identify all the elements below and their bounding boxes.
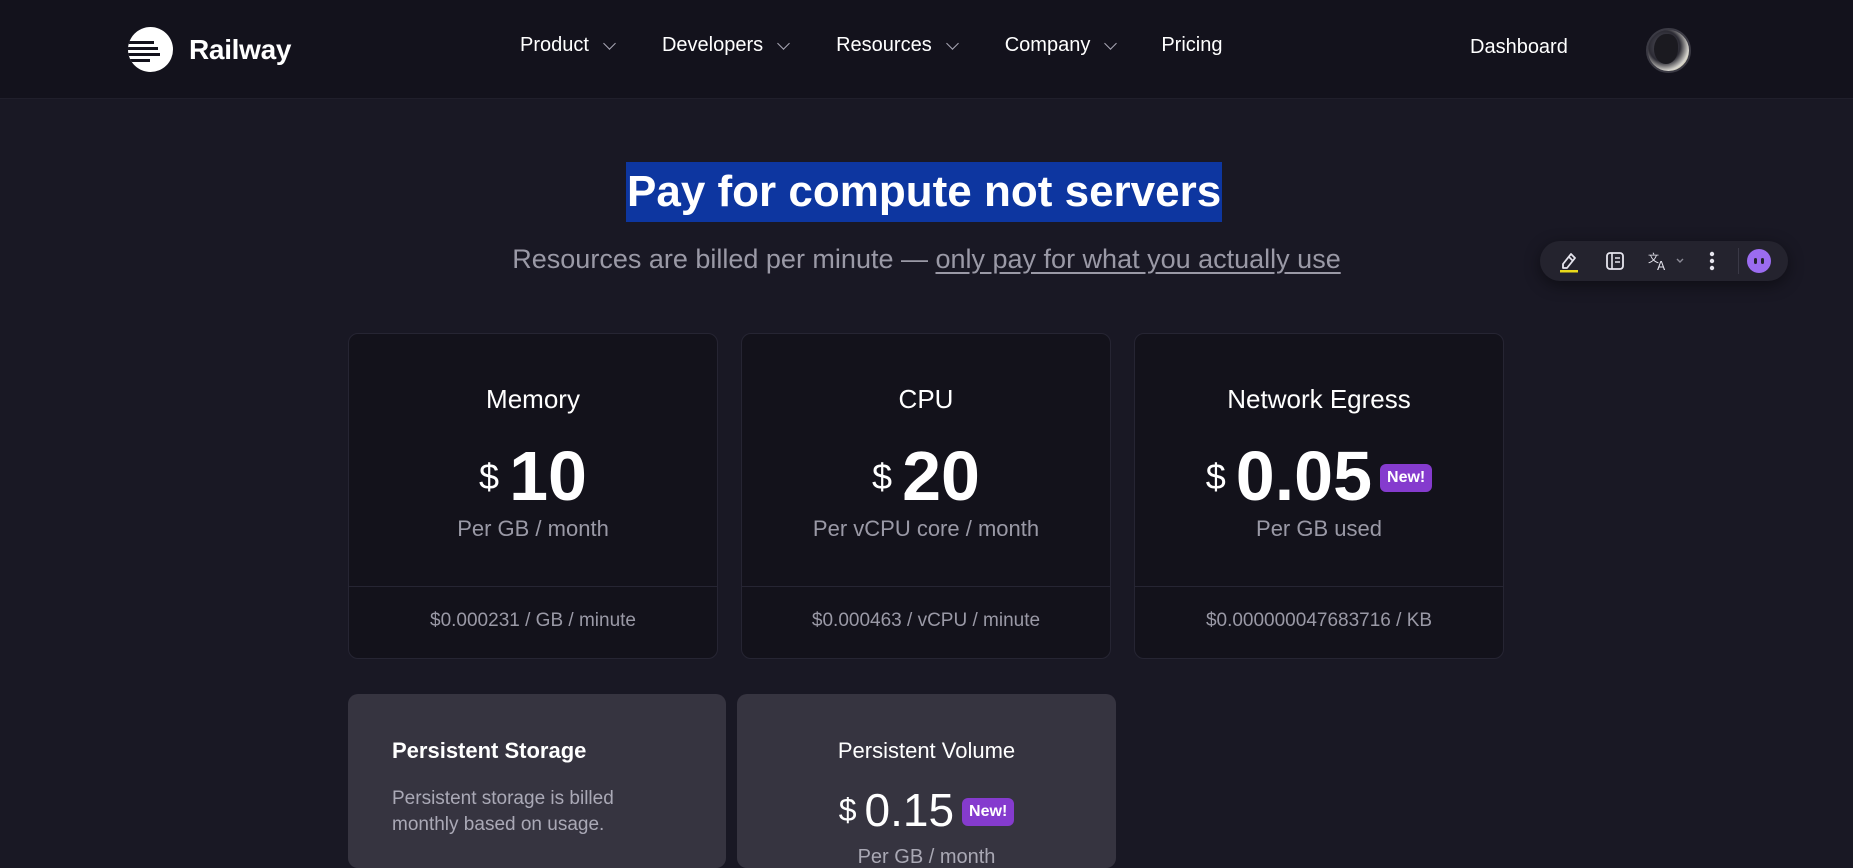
nav-item-developers[interactable]: Developers: [661, 34, 790, 57]
nav-item-company[interactable]: Company: [1004, 34, 1118, 57]
nav-label: Resources: [836, 34, 932, 56]
per-minute-rate: $0.000231 / GB / minute: [430, 610, 636, 631]
chevron-down-icon: [777, 36, 790, 50]
new-badge: New!: [1380, 464, 1433, 492]
card-price: $ 0.05 New!: [1135, 434, 1503, 518]
main-nav: Product Developers Resources Company Pri…: [520, 34, 1270, 57]
pricing-card-cpu: CPU $ 20 Per vCPU core / month $0.000463…: [741, 333, 1111, 659]
railway-logo-icon: [128, 27, 173, 72]
card-title: Memory: [486, 384, 580, 414]
ai-assistant-icon[interactable]: [1747, 249, 1771, 273]
price-unit: Per GB used: [1256, 516, 1382, 541]
price-unit: Per GB / month: [457, 516, 609, 541]
nav-label: Product: [520, 34, 589, 56]
chevron-down-icon: [603, 36, 616, 50]
brand-name: Railway: [189, 33, 292, 65]
translate-icon[interactable]: 文 A: [1644, 244, 1690, 278]
chevron-down-icon: [1104, 36, 1118, 50]
price-amount: 10: [509, 437, 587, 515]
price-amount: 0.15: [864, 784, 955, 836]
per-minute-rate: $0.000463 / vCPU / minute: [811, 610, 1041, 631]
price-unit: Per GB / month: [857, 846, 996, 868]
currency-symbol: $: [872, 456, 893, 497]
nav-item-product[interactable]: Product: [520, 34, 616, 57]
svg-text:A: A: [1657, 259, 1666, 272]
persistent-volume-card: Persistent Volume $ 0.15 New! Per GB / m…: [737, 694, 1116, 868]
card-divider: [349, 586, 717, 587]
nav-item-pricing[interactable]: Pricing: [1161, 34, 1222, 57]
user-avatar[interactable]: [1646, 28, 1691, 73]
reader-icon[interactable]: [1598, 244, 1632, 278]
card-price: $ 0.15 New!: [737, 780, 1116, 840]
nav-item-resources[interactable]: Resources: [836, 34, 959, 57]
card-title: Network Egress: [1227, 384, 1411, 414]
card-price: $ 10: [349, 434, 717, 518]
nav-label: Pricing: [1161, 34, 1223, 56]
card-description: Persistent storage is billed monthly bas…: [392, 788, 614, 835]
per-kb-rate: $0.000000047683716 / KB: [1205, 610, 1433, 631]
price-unit: Per vCPU core / month: [812, 516, 1040, 541]
subtitle-text: Resources are billed per minute —: [512, 244, 936, 274]
chevron-down-icon: [945, 36, 959, 50]
card-title: Persistent Storage: [392, 738, 587, 763]
nav-label: Company: [1004, 34, 1091, 56]
highlighter-icon[interactable]: [1552, 244, 1586, 278]
dashboard-link[interactable]: Dashboard: [1470, 36, 1568, 59]
nav-label: Developers: [661, 34, 764, 56]
page-title: Pay for compute not servers: [626, 162, 1223, 222]
price-amount: 20: [902, 437, 980, 515]
pricing-card-memory: Memory $ 10 Per GB / month $0.000231 / G…: [348, 333, 718, 659]
currency-symbol: $: [1205, 456, 1226, 497]
brand-logo[interactable]: Railway: [128, 27, 291, 72]
more-vertical-icon[interactable]: [1702, 244, 1722, 278]
card-title: CPU: [898, 384, 954, 414]
card-price: $ 20: [742, 434, 1110, 518]
price-amount: 0.05: [1235, 437, 1373, 515]
site-header: Railway Product Developers Resources Com…: [0, 0, 1853, 99]
currency-symbol: $: [838, 792, 857, 828]
card-divider: [1135, 586, 1503, 587]
floating-toolbar: 文 A: [1540, 241, 1788, 281]
card-title: Persistent Volume: [837, 738, 1016, 763]
card-divider: [742, 586, 1110, 587]
usage-link[interactable]: only pay for what you actually use: [935, 244, 1340, 274]
persistent-storage-card: Persistent Storage Persistent storage is…: [348, 694, 726, 868]
pricing-card-network-egress: Network Egress $ 0.05 New! Per GB used $…: [1134, 333, 1504, 659]
toolbar-divider: [1738, 248, 1739, 274]
currency-symbol: $: [479, 456, 500, 497]
new-badge: New!: [962, 798, 1015, 826]
